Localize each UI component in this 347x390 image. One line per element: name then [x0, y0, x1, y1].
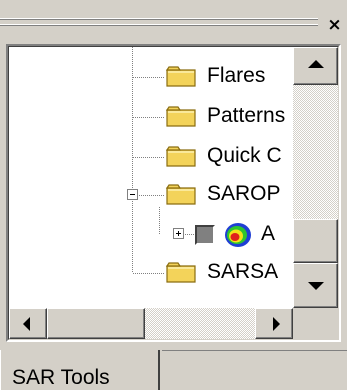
tree-item-label: SARSA: [207, 260, 279, 283]
expand-toggle[interactable]: [173, 228, 184, 239]
tree-item-label: A: [261, 222, 276, 245]
tab-label: SAR Tools: [12, 366, 110, 389]
horizontal-scrollbar[interactable]: [9, 308, 293, 339]
tree-connector-line: [133, 157, 165, 158]
tree-item-label: SAROP: [207, 182, 281, 205]
close-button[interactable]: ×: [322, 14, 347, 36]
tree-connector-line: [132, 47, 133, 273]
scroll-up-button[interactable]: [293, 47, 338, 85]
tree-connector-line: [133, 117, 165, 118]
scroll-down-button[interactable]: [293, 263, 338, 308]
folder-icon: [165, 260, 197, 284]
tab-strip-background: [162, 350, 347, 390]
folder-icon: [165, 182, 197, 206]
scroll-left-button[interactable]: [9, 308, 47, 339]
tree-item-flares[interactable]: Flares: [165, 63, 293, 93]
tree-item-sarop[interactable]: SAROP: [165, 181, 293, 211]
arrow-right-icon: [273, 317, 280, 331]
vertical-scrollbar[interactable]: [293, 47, 338, 308]
tree-view: Flares Patterns Quick C SAROP A SARSA: [8, 46, 339, 340]
layer-checkbox[interactable]: [195, 225, 215, 245]
folder-icon: [165, 64, 197, 88]
folder-icon: [165, 144, 197, 168]
scrollbar-corner: [293, 308, 338, 339]
tree-item-quick-c[interactable]: Quick C: [165, 143, 293, 173]
tree-item-layer-a[interactable]: A: [195, 219, 293, 249]
tree-connector-line: [133, 77, 165, 78]
tree-item-sarsa[interactable]: SARSA: [165, 259, 293, 289]
tree-connector-line: [139, 195, 165, 196]
tree-content: Flares Patterns Quick C SAROP A SARSA: [9, 47, 293, 308]
collapse-toggle[interactable]: [127, 189, 138, 200]
minus-icon: [130, 194, 135, 195]
tree-item-label: Flares: [207, 64, 266, 87]
close-icon: ×: [327, 15, 342, 35]
scroll-right-button[interactable]: [255, 308, 293, 339]
tab-strip: SAR Tools: [0, 350, 347, 390]
arrow-left-icon: [23, 317, 30, 331]
tree-view-frame: Flares Patterns Quick C SAROP A SARSA: [6, 44, 341, 342]
horizontal-scroll-thumb[interactable]: [47, 308, 145, 339]
panel-grip[interactable]: [0, 18, 318, 30]
tab-sar-tools[interactable]: SAR Tools: [0, 350, 160, 390]
tree-item-label: Quick C: [207, 144, 282, 167]
arrow-up-icon: [308, 60, 324, 68]
plus-icon-stroke: [178, 231, 179, 236]
arrow-down-icon: [308, 282, 324, 290]
sar-tools-panel: × Flares Patterns Quick C SAROP A SARSA …: [0, 0, 347, 390]
heatmap-layer-icon: [223, 221, 253, 249]
tree-item-label: Patterns: [207, 104, 286, 127]
tree-connector-line: [159, 207, 160, 234]
folder-icon: [165, 104, 197, 128]
vertical-scroll-thumb[interactable]: [293, 219, 338, 263]
tree-connector-line: [133, 273, 165, 274]
tree-item-patterns[interactable]: Patterns: [165, 103, 293, 133]
